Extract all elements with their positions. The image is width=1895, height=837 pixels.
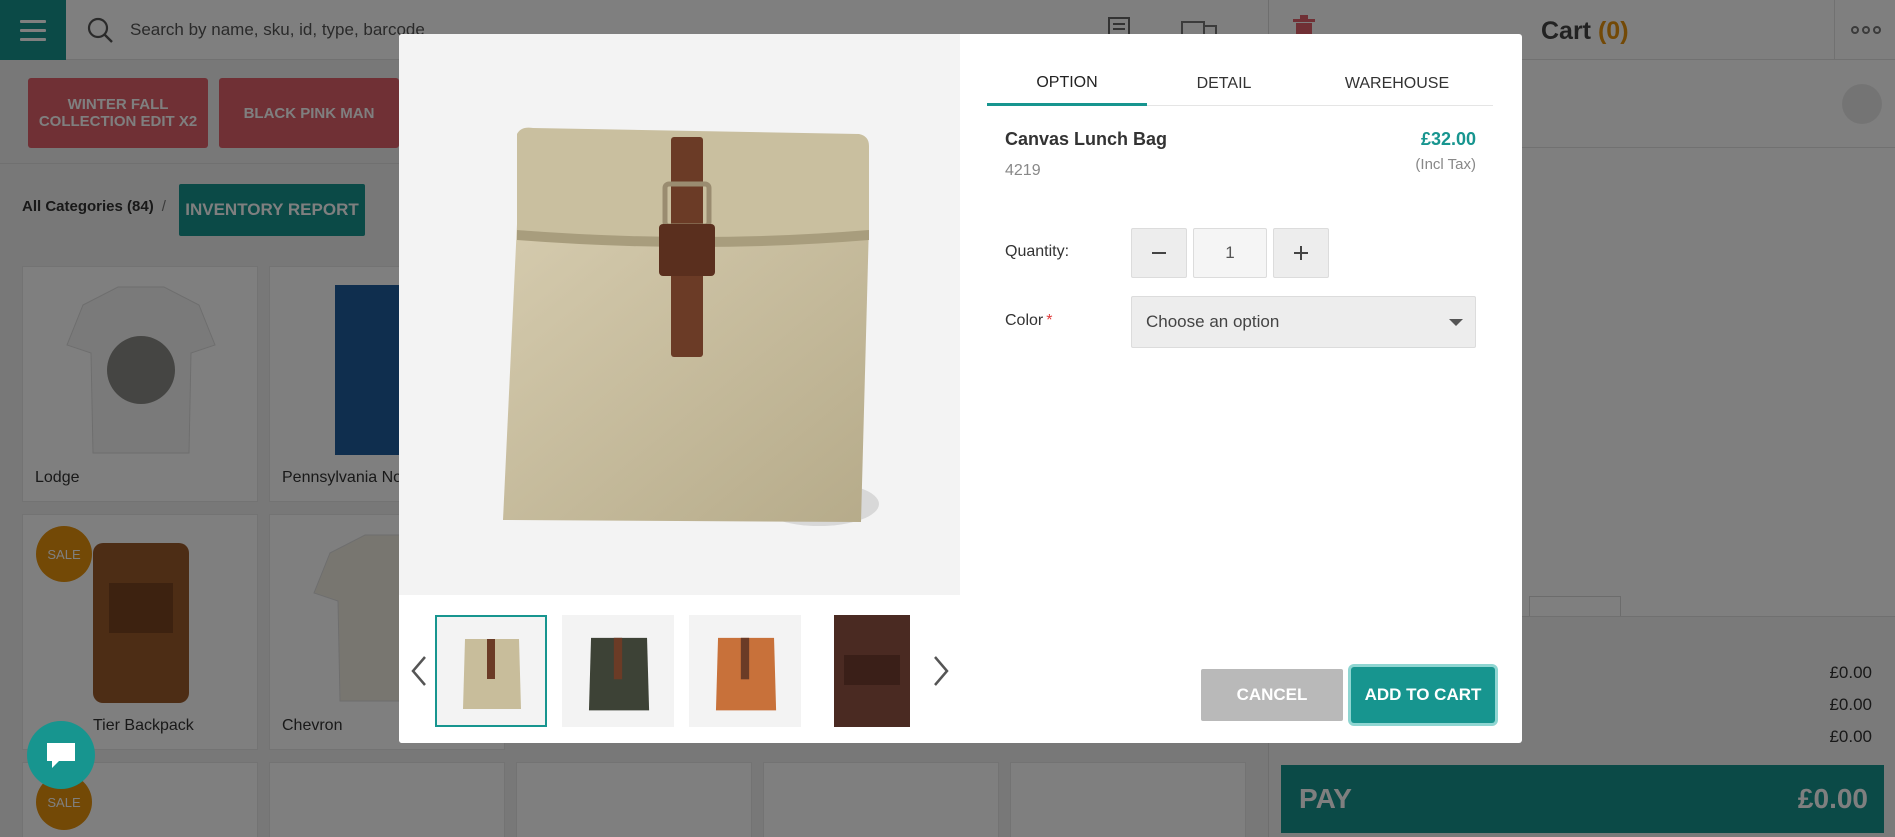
product-name: Canvas Lunch Bag [1005,129,1168,149]
modal-tabs: OPTION DETAIL WAREHOUSE [987,62,1493,106]
thumbnail-image [844,655,900,685]
minus-icon [1152,252,1166,254]
required-mark: * [1046,312,1053,329]
tab-option[interactable]: OPTION [987,62,1147,106]
thumbnail-2[interactable] [562,615,674,727]
thumbnail-image [588,637,650,711]
chevron-left-icon[interactable] [407,653,431,689]
speech-bubble-icon [47,743,75,768]
product-main-image [399,34,960,595]
decrease-quantity-button[interactable] [1131,228,1187,278]
thumbnail-3[interactable] [689,615,801,727]
product-sku: 4219 [1005,162,1041,179]
increase-quantity-button[interactable] [1273,228,1329,278]
quantity-label: Quantity: [1005,243,1070,260]
caret-down-icon [1449,319,1463,326]
chevron-right-icon[interactable] [929,653,953,689]
thumbnail-image [715,637,777,711]
cancel-button[interactable]: CANCEL [1201,669,1343,721]
lunch-bag-image [503,127,879,526]
tab-warehouse[interactable]: WAREHOUSE [1301,62,1493,106]
quantity-input[interactable] [1193,228,1267,278]
tax-note: (Incl Tax) [1415,156,1476,173]
color-select-value: Choose an option [1146,312,1280,331]
product-price: £32.00 [1420,129,1476,149]
chat-icon[interactable] [27,721,95,789]
thumbnail-4[interactable] [834,615,910,727]
color-label: Color * [1005,312,1053,329]
color-select[interactable]: Choose an option [1131,296,1476,348]
tab-detail[interactable]: DETAIL [1147,62,1301,106]
add-to-cart-button[interactable]: ADD TO CART [1351,667,1495,723]
thumbnail-1[interactable] [435,615,547,727]
thumbnail-strip [399,595,960,743]
plus-icon [1294,246,1308,260]
product-option-modal: OPTION DETAIL WAREHOUSE Canvas Lunch Bag… [399,34,1522,743]
thumbnail-image [463,639,521,709]
